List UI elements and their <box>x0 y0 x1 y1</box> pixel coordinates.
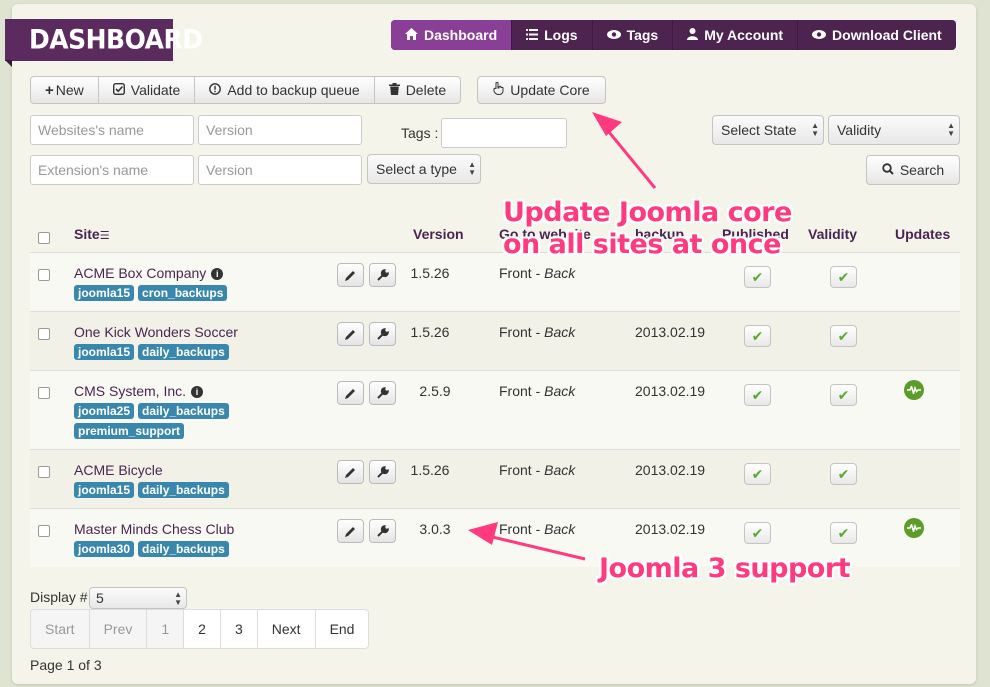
page-prev[interactable]: Prev <box>89 609 148 649</box>
updown-arrows-icon: ▲ ▼ <box>174 590 182 607</box>
arrowhead-update-core <box>592 112 622 136</box>
page-2[interactable]: 2 <box>184 609 221 649</box>
page-summary: Page 1 of 3 <box>30 657 102 673</box>
arrow-joomla3 <box>483 533 586 561</box>
page-1[interactable]: 1 <box>147 609 185 649</box>
page-3[interactable]: 3 <box>220 609 258 649</box>
display-label: Display # <box>30 589 88 605</box>
page-end[interactable]: End <box>315 609 370 649</box>
callout-line-1: Update Joomla core <box>503 197 792 228</box>
pagination: Start Prev 1 2 3 Next End <box>30 609 370 649</box>
arrowhead-joomla3 <box>468 522 498 545</box>
arrow-update-core <box>602 125 657 189</box>
page-next[interactable]: Next <box>257 609 316 649</box>
callout-line-2: on all sites at once <box>503 229 781 260</box>
callout-joomla3: Joomla 3 support <box>599 553 851 584</box>
page-start[interactable]: Start <box>30 609 90 649</box>
display-count-value: 5 <box>96 590 104 606</box>
display-count-dropdown[interactable]: 5 ▲ ▼ <box>89 587 187 609</box>
callout-update-core: Update Joomla core on all sites at once <box>503 197 792 261</box>
